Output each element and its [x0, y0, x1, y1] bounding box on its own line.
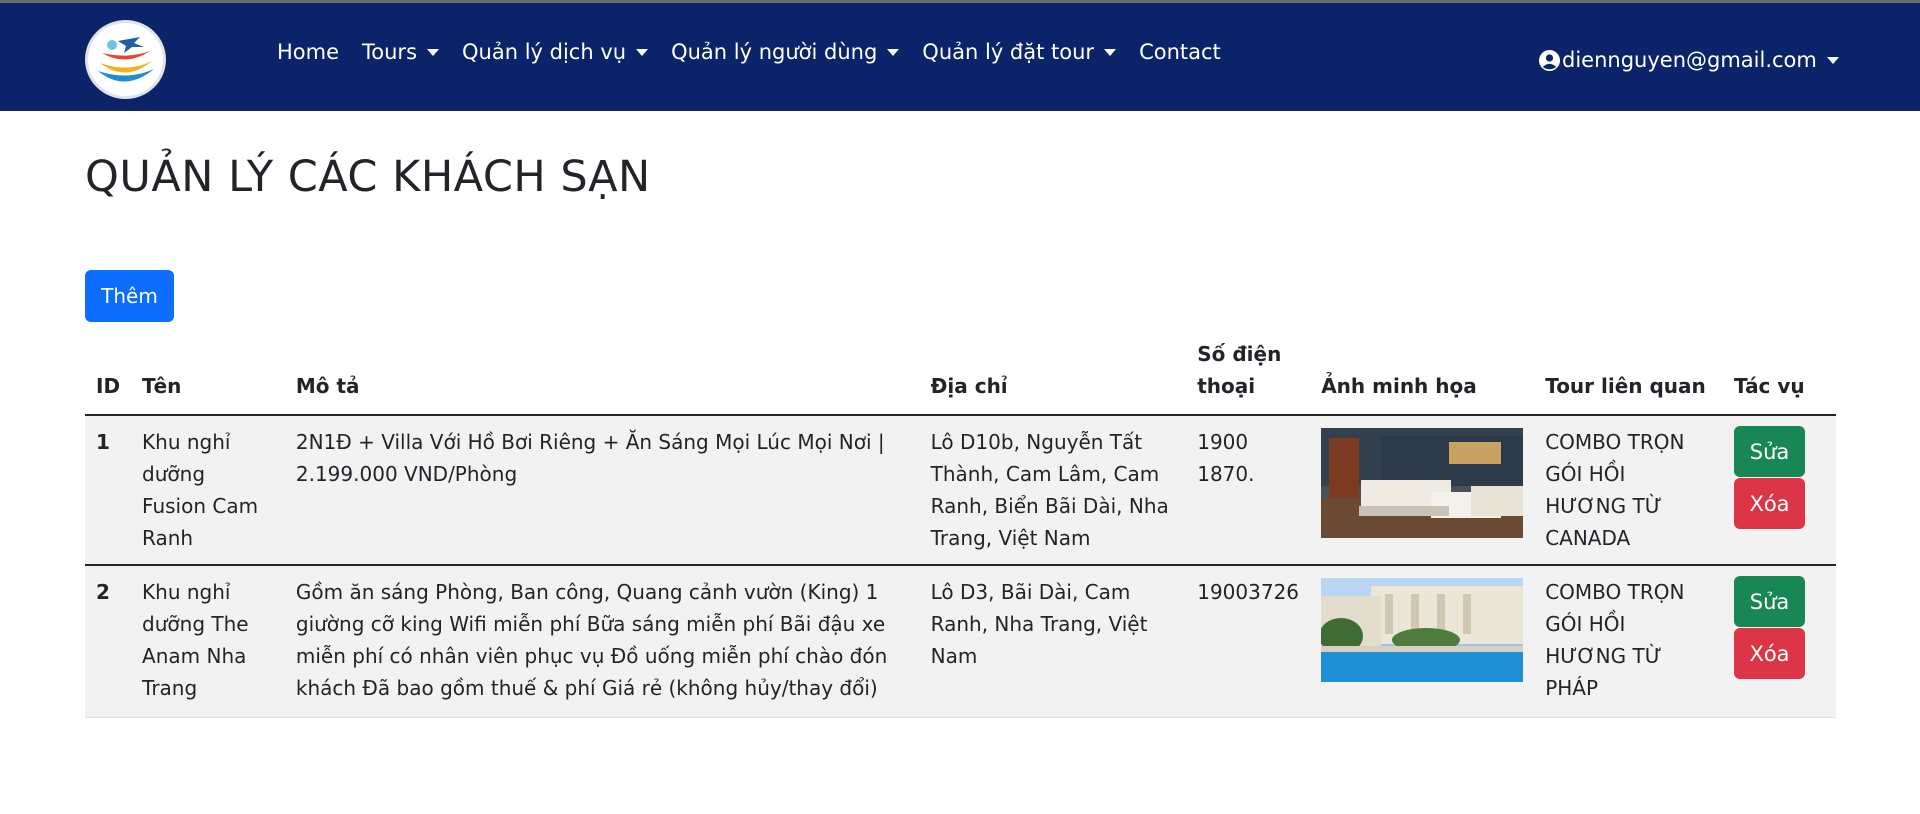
nav-service-management-dropdown[interactable]: Quản lý dịch vụ	[462, 40, 649, 64]
delete-button[interactable]: Xóa	[1734, 628, 1805, 679]
nav-home[interactable]: Home	[277, 40, 339, 64]
cell-description: Gồm ăn sáng Phòng, Ban công, Quang cảnh …	[284, 565, 920, 718]
user-email: diennguyen@gmail.com	[1562, 48, 1817, 72]
header-id: ID	[85, 330, 132, 416]
nav-home-label: Home	[277, 40, 340, 64]
nav-contact-label: Contact	[1139, 40, 1221, 64]
cell-phone: 19003726	[1186, 565, 1311, 718]
page-title: QUẢN LÝ CÁC KHÁCH SẠN	[85, 152, 651, 202]
caret-down-icon	[636, 48, 649, 56]
main-nav: Home Tours Quản lý dịch vụ Quản lý người…	[277, 40, 1244, 64]
edit-button[interactable]: Sửa	[1734, 426, 1805, 477]
edit-button[interactable]: Sửa	[1734, 576, 1805, 627]
caret-down-icon	[1826, 56, 1839, 64]
cell-image	[1310, 565, 1535, 718]
caret-down-icon	[887, 48, 900, 56]
cell-description: 2N1Đ + Villa Với Hồ Bơi Riêng + Ăn Sáng …	[284, 415, 920, 566]
hotels-table: ID Tên Mô tả Địa chỉ Số điện thoại Ảnh m…	[85, 330, 1836, 718]
cell-phone: 1900 1870.	[1186, 415, 1311, 566]
site-logo[interactable]	[85, 20, 166, 99]
table-row: 2 Khu nghỉ dưỡng The Anam Nha Trang Gồm …	[85, 565, 1836, 718]
nav-booking-management-label: Quản lý đặt tour	[922, 40, 1095, 64]
hotels-table-container: ID Tên Mô tả Địa chỉ Số điện thoại Ảnh m…	[85, 330, 1836, 718]
header-phone: Số điện thoại	[1186, 330, 1311, 416]
nav-service-management-label: Quản lý dịch vụ	[462, 40, 627, 64]
cell-name: Khu nghỉ dưỡng The Anam Nha Trang	[131, 565, 285, 718]
caret-down-icon	[1104, 48, 1117, 56]
travel-plane-globe-icon	[90, 24, 161, 95]
nav-user-management-dropdown[interactable]: Quản lý người dùng	[671, 40, 900, 64]
hotel-pool-photo	[1321, 578, 1524, 682]
nav-contact[interactable]: Contact	[1139, 40, 1221, 64]
cell-tour: COMBO TRỌN GÓI HỒI HƯƠNG TỪ CANADA	[1534, 415, 1723, 566]
cell-id: 2	[85, 565, 132, 718]
user-account-dropdown[interactable]: diennguyen@gmail.com	[1539, 48, 1839, 72]
header-tour: Tour liên quan	[1534, 330, 1723, 416]
nav-booking-management-dropdown[interactable]: Quản lý đặt tour	[922, 40, 1117, 64]
hotel-room-photo	[1321, 428, 1524, 538]
header-address: Địa chỉ	[919, 330, 1187, 416]
cell-image	[1310, 415, 1535, 566]
nav-tours-label: Tours	[362, 40, 418, 64]
table-row: 1 Khu nghỉ dưỡng Fusion Cam Ranh 2N1Đ + …	[85, 415, 1836, 566]
nav-tours-dropdown[interactable]: Tours	[362, 40, 440, 64]
cell-actions: Sửa Xóa	[1723, 565, 1836, 718]
cell-address: Lô D10b, Nguyễn Tất Thành, Cam Lâm, Cam …	[919, 415, 1187, 566]
caret-down-icon	[427, 48, 440, 56]
top-navbar: Home Tours Quản lý dịch vụ Quản lý người…	[0, 3, 1920, 111]
cell-id: 1	[85, 415, 132, 566]
add-hotel-button[interactable]: Thêm	[85, 270, 174, 322]
header-description: Mô tả	[284, 330, 920, 416]
header-actions: Tác vụ	[1723, 330, 1836, 416]
cell-actions: Sửa Xóa	[1723, 415, 1836, 566]
cell-address: Lô D3, Bãi Dài, Cam Ranh, Nha Trang, Việ…	[919, 565, 1187, 718]
header-image: Ảnh minh họa	[1310, 330, 1535, 416]
delete-button[interactable]: Xóa	[1734, 478, 1805, 529]
user-circle-icon	[1539, 49, 1560, 71]
cell-name: Khu nghỉ dưỡng Fusion Cam Ranh	[131, 415, 285, 566]
header-name: Tên	[131, 330, 285, 416]
table-header-row: ID Tên Mô tả Địa chỉ Số điện thoại Ảnh m…	[85, 330, 1836, 416]
nav-user-management-label: Quản lý người dùng	[671, 40, 878, 64]
cell-tour: COMBO TRỌN GÓI HỒI HƯƠNG TỪ PHÁP	[1534, 565, 1723, 718]
